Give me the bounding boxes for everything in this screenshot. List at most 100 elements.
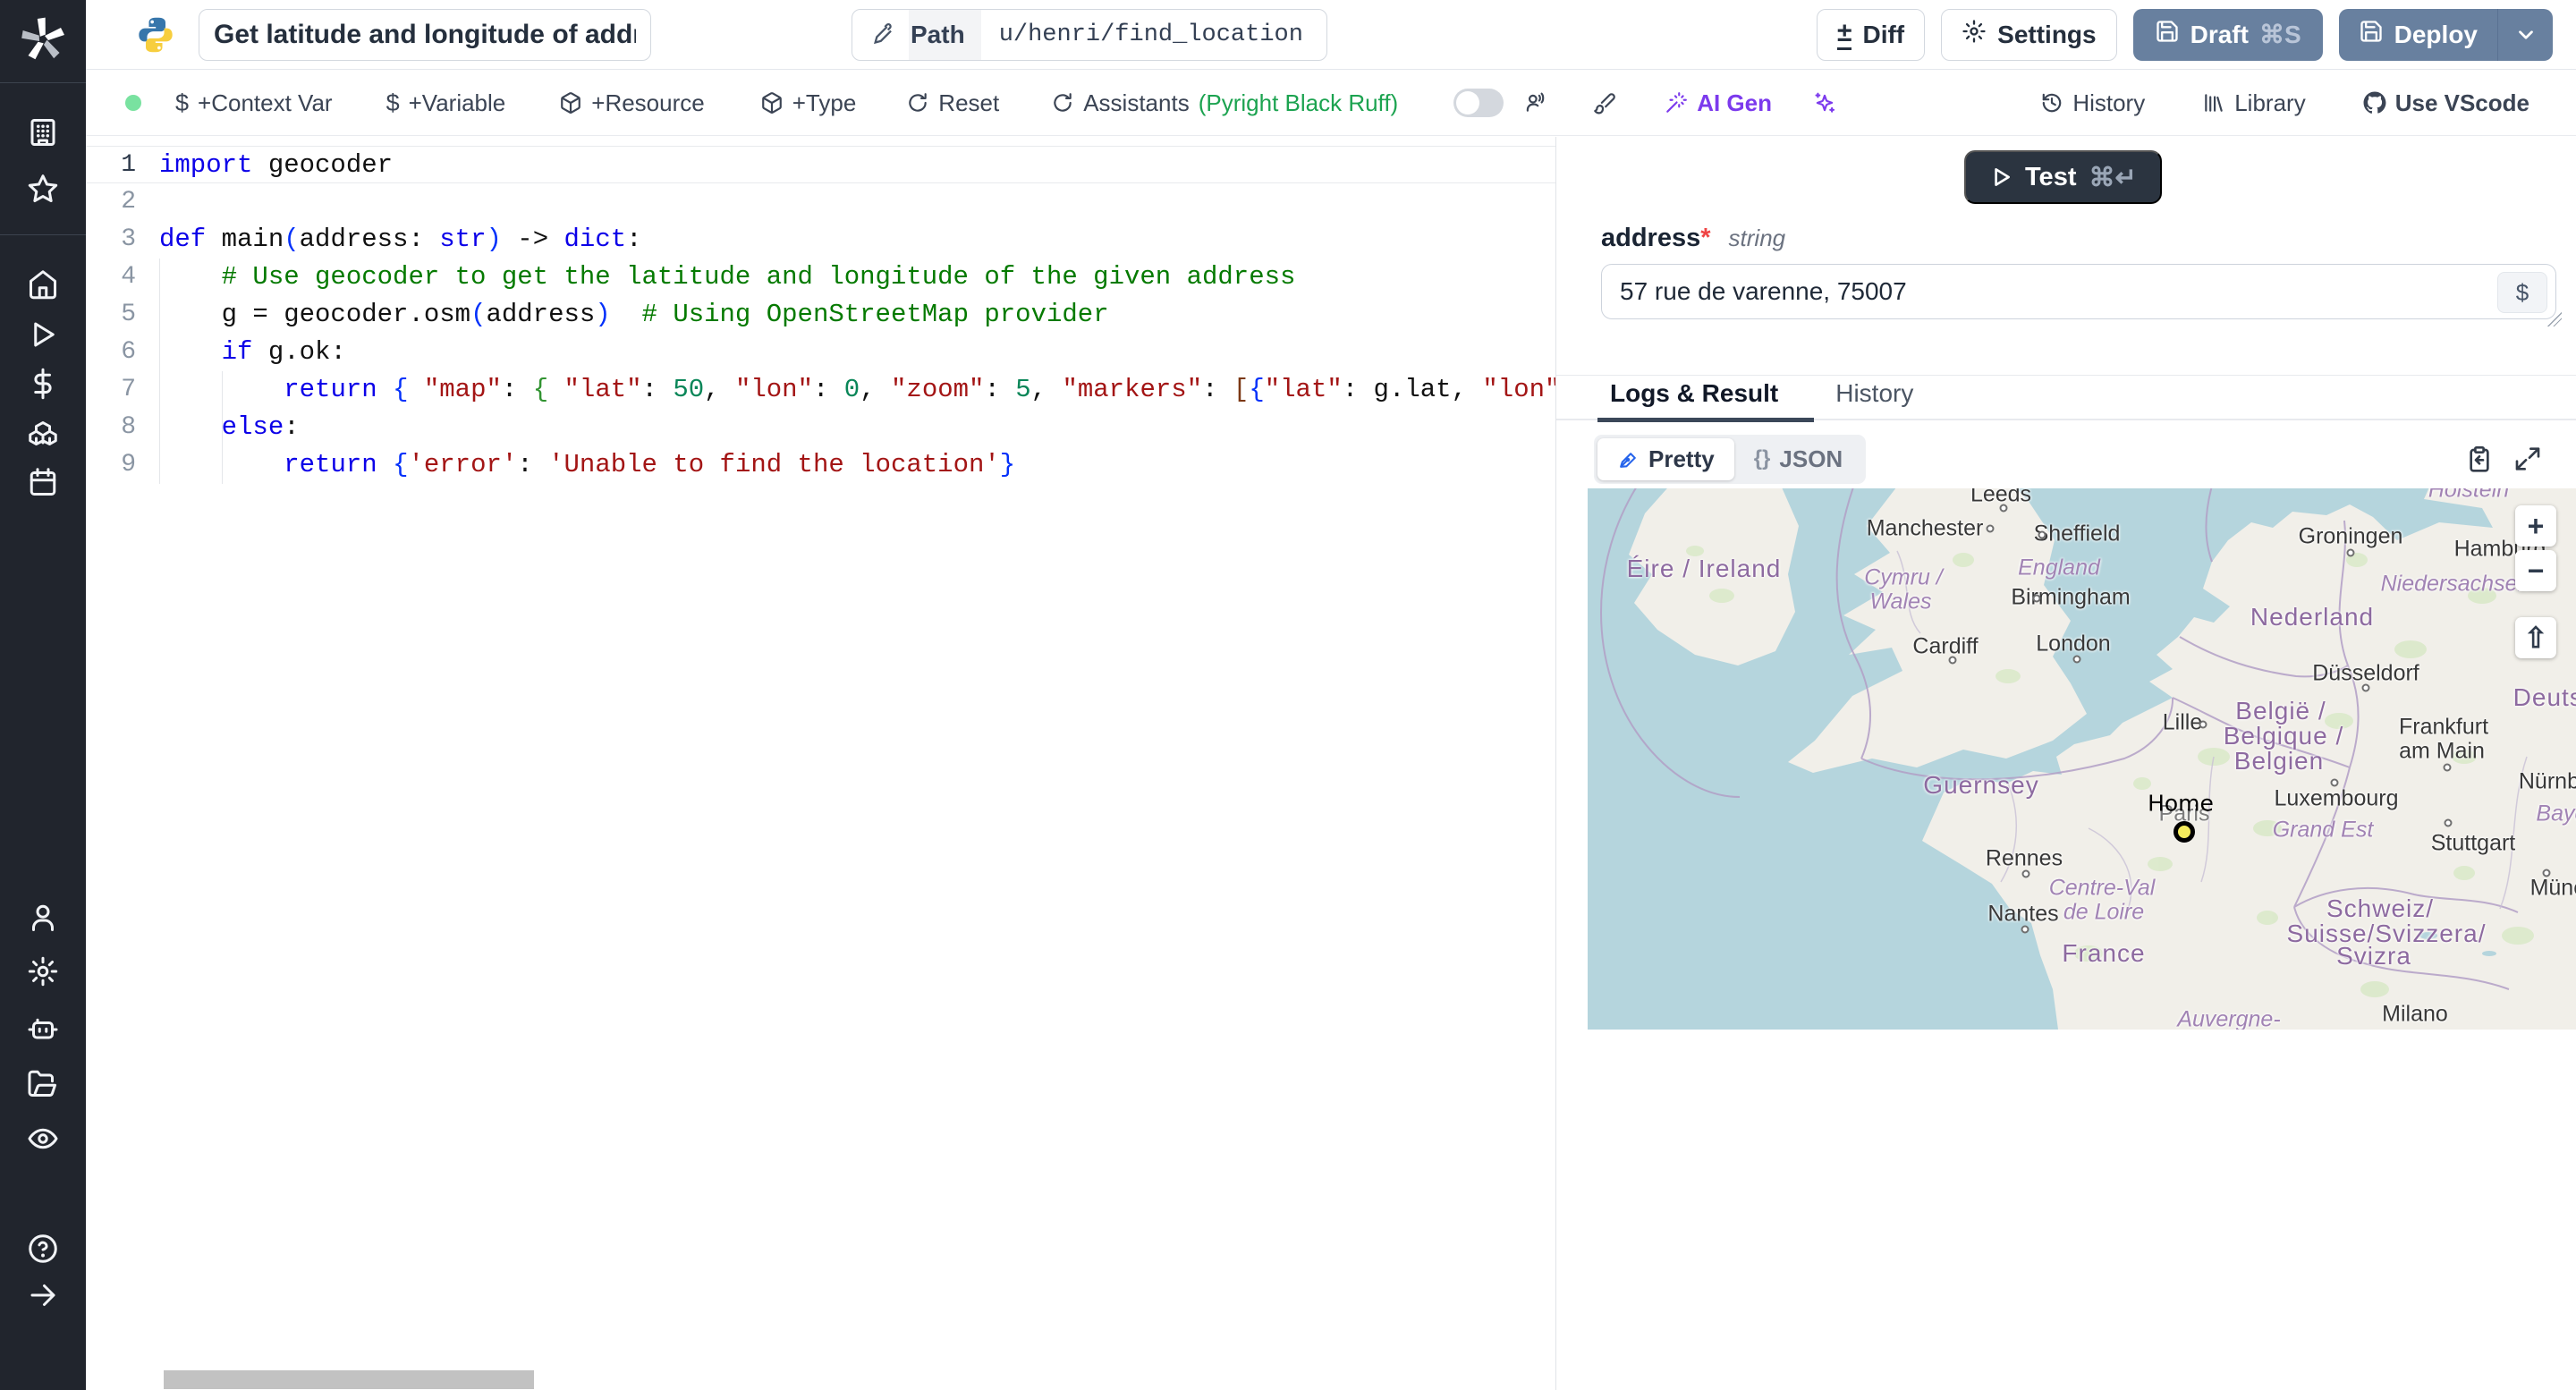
boxes-icon[interactable] (27, 419, 59, 451)
robot-icon[interactable] (27, 1013, 59, 1046)
ai-gen-button[interactable]: AI Gen (1665, 89, 1772, 117)
map-label: Belgien (2233, 747, 2325, 775)
user-icon[interactable] (27, 902, 59, 934)
field-label-row: address* string (1601, 224, 1785, 253)
windmill-logo-icon[interactable] (14, 11, 72, 68)
line-number: 1 (121, 151, 136, 179)
result-toolbar: Pretty {} JSON (1556, 420, 2576, 488)
pretty-view-button[interactable]: Pretty (1597, 437, 1734, 480)
multiplayer-toggle[interactable] (1453, 89, 1504, 117)
map-zoom-in-button[interactable]: + (2515, 505, 2556, 547)
path-field[interactable]: Path u/henri/find_location (852, 8, 1327, 61)
code-line[interactable]: 7 return { "map": { "lat": 50, "lon": 0,… (86, 371, 1555, 409)
calendar-icon[interactable] (27, 466, 59, 498)
path-label: Path (909, 9, 981, 60)
indent-guide (222, 371, 223, 484)
code-line[interactable]: 4 # Use geocoder to get the latitude and… (86, 259, 1555, 296)
code-lines[interactable]: 1 import geocoder 2 3 def main(address: str)… (86, 137, 1555, 484)
expand-icon[interactable] (2513, 445, 2542, 473)
dollar-icon[interactable] (27, 368, 59, 400)
result-map[interactable]: Leeds Manchester Sheffield England Cymru / Wa… (1588, 488, 2576, 1030)
home-marker[interactable] (2174, 821, 2195, 843)
tab-history[interactable]: History (1835, 379, 1913, 419)
map-label: Éire / Ireland (1626, 555, 1782, 582)
line-number: 5 (121, 301, 136, 328)
format-button[interactable] (1593, 91, 1616, 114)
code-line[interactable]: 5 g = geocoder.osm(address) # Using Open… (86, 296, 1555, 334)
insert-variable-button[interactable]: $ (2497, 272, 2547, 313)
script-title-input[interactable] (199, 8, 651, 61)
json-view-button[interactable]: {} JSON (1734, 438, 1863, 480)
sidebar-divider (0, 234, 86, 235)
star-icon[interactable] (27, 173, 59, 205)
collaborators-button[interactable] (1523, 91, 1546, 114)
map-label: Nederland (2250, 603, 2375, 631)
library-button[interactable]: Library (2202, 89, 2306, 117)
gear-icon[interactable] (27, 955, 59, 987)
draft-shortcut: ⌘S (2258, 21, 2301, 48)
home-icon[interactable] (27, 268, 59, 301)
map-label: Nürnberg (2518, 768, 2576, 794)
result-tabs: Logs & Result History (1556, 376, 2576, 422)
deploy-button[interactable]: Deploy (2338, 8, 2497, 61)
map-label: Manchester (1866, 515, 1984, 541)
map-label: München (2529, 875, 2576, 901)
sparkles-icon-button[interactable] (1813, 91, 1836, 114)
field-name: address* (1601, 224, 1711, 252)
add-context-var-label: +Context Var (198, 89, 333, 116)
copy-result-icon[interactable] (2465, 445, 2494, 473)
code-line[interactable]: 8 else: (86, 409, 1555, 446)
map-label: Cymru / (1864, 564, 1943, 590)
map-label: Deutschland (2512, 683, 2576, 711)
map-label: Bayern (2536, 801, 2576, 826)
assistants-button[interactable]: Assistants (Pyright Black Ruff) (1051, 89, 1398, 117)
python-icon (139, 17, 173, 52)
eye-icon[interactable] (27, 1123, 59, 1155)
map-zoom-out-button[interactable]: − (2515, 550, 2556, 591)
tab-logs-result[interactable]: Logs & Result (1597, 379, 1815, 422)
city-dot (1948, 656, 1957, 665)
add-context-var-button[interactable]: $ +Context Var (175, 89, 333, 117)
folder-open-icon[interactable] (27, 1067, 59, 1099)
play-icon[interactable] (27, 318, 59, 351)
sparkles-icon (1815, 92, 1835, 113)
map-label: Sheffield (2033, 521, 2121, 547)
map-label: Guernsey (1923, 771, 2039, 799)
building-icon[interactable] (27, 116, 59, 148)
reset-button[interactable]: Reset (906, 89, 999, 117)
deploy-options-button[interactable] (2497, 8, 2553, 61)
test-button[interactable]: Test ⌘↵ (1964, 150, 2162, 204)
code-line[interactable]: 9 return {'error': 'Unable to find the l… (86, 446, 1555, 484)
add-resource-button[interactable]: +Resource (559, 89, 705, 117)
code-line[interactable]: 1 import geocoder (86, 146, 1555, 183)
city-dot (2346, 548, 2355, 557)
address-input[interactable] (1602, 265, 2389, 318)
code-line[interactable]: 2 (86, 183, 1555, 221)
address-input-wrapper: $ (1601, 264, 2562, 326)
use-vscode-button[interactable]: Use VScode (2363, 89, 2529, 117)
add-resource-label: +Resource (591, 89, 705, 116)
toggle-knob (1456, 91, 1480, 114)
draft-button[interactable]: Draft ⌘S (2132, 8, 2323, 61)
code-line[interactable]: 6 if g.ok: (86, 334, 1555, 371)
map-label: Cardiff (1912, 633, 1979, 659)
code-line[interactable]: 3 def main(address: str) -> dict: (86, 221, 1555, 259)
horizontal-scrollbar[interactable] (164, 1370, 534, 1389)
add-variable-button[interactable]: $ +Variable (386, 89, 506, 117)
refresh-icon (909, 93, 928, 112)
map-label: Lille (2162, 709, 2203, 735)
test-shortcut: ⌘↵ (2089, 163, 2137, 192)
arrow-right-icon[interactable] (27, 1279, 59, 1311)
add-type-button[interactable]: +Type (760, 89, 857, 117)
ai-gen-label: AI Gen (1697, 89, 1772, 116)
add-type-label: +Type (792, 89, 857, 116)
history-button[interactable]: History (2040, 89, 2145, 117)
history-label: History (2072, 89, 2146, 116)
help-icon[interactable] (27, 1233, 59, 1265)
code-editor[interactable]: 1 import geocoder 2 3 def main(address: str)… (86, 137, 1556, 1390)
diff-button[interactable]: ± Diff (1817, 8, 1926, 61)
resize-handle[interactable] (2547, 312, 2562, 326)
settings-button[interactable]: Settings (1941, 8, 2117, 61)
topbar: Path u/henri/find_location ± Diff Settin… (86, 0, 2576, 70)
map-home-button[interactable]: ⇧ (2515, 617, 2556, 658)
